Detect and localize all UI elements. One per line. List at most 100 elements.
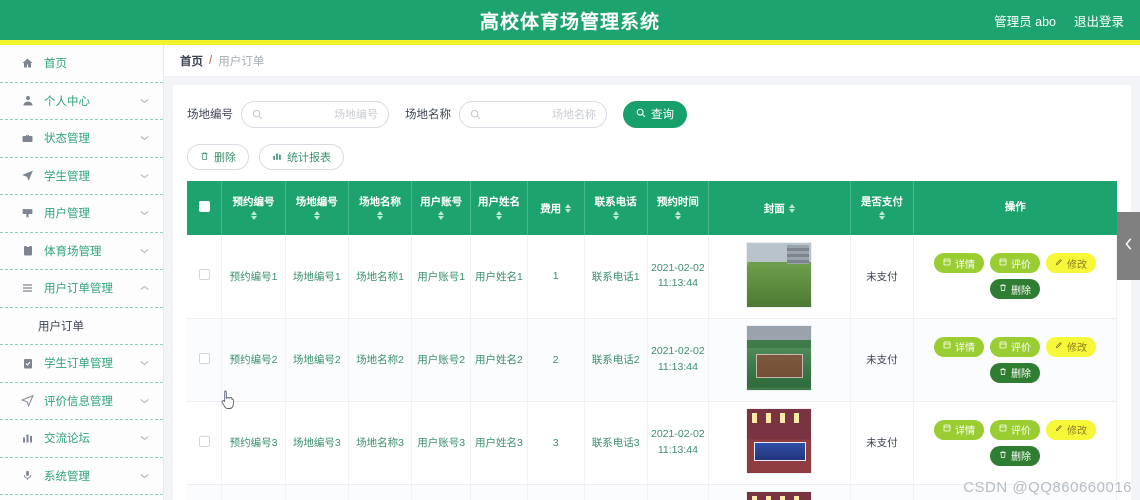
table-row[interactable]: 预约编号1 场地编号1 场地名称1 用户账号1 用户姓名1 1 联系电话1 20…: [187, 235, 1118, 319]
venue-no-input[interactable]: 场地编号: [241, 100, 389, 128]
sort-icon[interactable]: [377, 211, 384, 221]
cover-thumbnail[interactable]: [746, 325, 813, 391]
table-header-row: 预约编号 场地编号 场地名称 用户账号 用户姓名 费用 联系电话 预约时间 封面…: [187, 181, 1117, 235]
sidebar-item-home[interactable]: 首页: [0, 45, 163, 83]
cell-booking-time: [647, 484, 709, 500]
detail-label: 详情: [954, 259, 975, 271]
venue-name-input[interactable]: 场地名称: [459, 100, 607, 128]
table-row[interactable]: 预约编号3 场地编号3 场地名称3 用户账号3 用户姓名3 3 联系电话3 20…: [187, 401, 1118, 485]
col-phone[interactable]: 联系电话: [584, 181, 648, 235]
cell-paid: 未支付: [850, 235, 914, 319]
delete-button[interactable]: 删除: [989, 445, 1040, 466]
statistics-report-button[interactable]: 统计报表: [259, 144, 344, 170]
sidebar-item-user-order-management[interactable]: 用户订单管理: [0, 270, 163, 308]
app-header: 高校体育场管理系统 管理员 abo 退出登录: [0, 0, 1140, 40]
sidebar-subitem-user-order[interactable]: 用户订单: [0, 308, 163, 345]
chevron-down-icon: [140, 246, 149, 255]
sidebar-item-student-order-management[interactable]: 学生订单管理: [0, 345, 163, 383]
review-icon: [999, 424, 1007, 435]
sort-icon[interactable]: [612, 211, 619, 221]
sort-icon[interactable]: [313, 211, 320, 221]
delete-button[interactable]: 删除: [989, 279, 1040, 300]
sidebar-item-student-management[interactable]: 学生管理: [0, 158, 163, 195]
sort-icon[interactable]: [438, 211, 445, 221]
sort-icon[interactable]: [565, 203, 572, 213]
logout-link[interactable]: 退出登录: [1074, 11, 1124, 30]
col-cover[interactable]: 封面: [708, 181, 851, 235]
col-username[interactable]: 用户姓名: [470, 181, 528, 235]
venue-no-label: 场地编号: [187, 109, 233, 121]
delete-button[interactable]: 删除: [989, 362, 1040, 383]
sort-icon[interactable]: [250, 211, 257, 221]
detail-icon: [943, 424, 951, 435]
trash-icon: [999, 450, 1007, 462]
sort-icon[interactable]: [878, 211, 885, 221]
page-title: 高校体育场管理系统: [479, 11, 660, 33]
detail-button[interactable]: 详情: [933, 336, 984, 357]
sidebar-item-user-management[interactable]: 用户管理: [0, 195, 163, 233]
breadcrumb-home[interactable]: 首页: [180, 53, 203, 69]
review-button[interactable]: 评价: [989, 253, 1040, 274]
sidebar-item-stadium-management[interactable]: 体育场管理: [0, 233, 163, 270]
cell-booking-time: 2021-02-02 11:13:44: [647, 318, 709, 402]
edit-button[interactable]: 修改: [1045, 419, 1096, 440]
row-checkbox[interactable]: [198, 352, 210, 364]
col-booking-time[interactable]: 预约时间: [647, 181, 709, 235]
col-fee[interactable]: 费用: [527, 181, 585, 235]
chevron-left-icon: [1123, 237, 1135, 256]
select-all-checkbox[interactable]: [198, 201, 210, 212]
bar-chart-icon: [20, 431, 35, 445]
sidebar-item-forum[interactable]: 交流论坛: [0, 420, 163, 458]
sidebar-item-personal-center[interactable]: 个人中心: [0, 83, 163, 120]
cell-order-no: 预约编号2: [221, 318, 286, 402]
send-icon: [20, 394, 35, 408]
row-checkbox[interactable]: [198, 269, 210, 281]
row-operations: 详情 评价 修改 删除: [916, 253, 1114, 300]
cover-thumbnail[interactable]: [746, 241, 813, 308]
sidebar-item-status-management[interactable]: 状态管理: [0, 120, 163, 158]
col-account[interactable]: 用户账号: [411, 181, 472, 235]
chevron-down-icon: [140, 96, 149, 105]
sort-icon[interactable]: [495, 211, 502, 221]
trash-icon: [200, 151, 209, 164]
row-checkbox[interactable]: [198, 435, 210, 447]
col-label: 是否支付: [860, 195, 903, 208]
detail-button[interactable]: 详情: [933, 419, 984, 440]
cell-phone: 联系电话2: [584, 318, 648, 402]
col-venue-name[interactable]: 场地名称: [348, 181, 413, 235]
venue-name-placeholder: 场地名称: [552, 109, 596, 121]
cell-booking-time: 2021-02-02 11:13:44: [647, 401, 709, 485]
bulk-delete-button[interactable]: 删除: [187, 144, 249, 170]
review-button[interactable]: 评价: [989, 419, 1040, 440]
sort-icon[interactable]: [674, 211, 681, 221]
search-submit-button[interactable]: 查询: [623, 100, 687, 128]
cell-venue-name: 场地名称2: [348, 318, 413, 402]
sidebar-item-system-management[interactable]: 系统管理: [0, 458, 163, 495]
sort-icon[interactable]: [788, 203, 795, 213]
breadcrumb-separator: /: [209, 54, 213, 67]
sidebar-item-label: 系统管理: [44, 470, 90, 483]
col-label: 操作: [1004, 201, 1026, 214]
cell-booking-time: 2021-02-02 11:13:44: [647, 235, 709, 319]
cover-thumbnail[interactable]: [746, 408, 813, 474]
breadcrumb-current: 用户订单: [218, 55, 265, 68]
edit-button[interactable]: 修改: [1045, 253, 1096, 274]
cell-paid: [850, 484, 914, 500]
col-label: 用户账号: [420, 195, 463, 208]
delete-label: 删除: [1010, 452, 1031, 463]
col-venue-no[interactable]: 场地编号: [285, 181, 349, 235]
chevron-down-icon: [140, 471, 149, 480]
review-button[interactable]: 评价: [989, 336, 1040, 357]
detail-button[interactable]: 详情: [933, 253, 984, 274]
edit-button[interactable]: 修改: [1045, 336, 1096, 357]
panel-collapse-handle[interactable]: [1117, 212, 1140, 280]
cell-paid: 未支付: [850, 318, 914, 402]
table-row[interactable]: 预约编号2 场地编号2 场地名称2 用户账号2 用户姓名2 2 联系电话2 20…: [187, 318, 1118, 402]
table-toolbar: 删除 统计报表: [187, 141, 1117, 173]
sidebar-item-review-info-management[interactable]: 评价信息管理: [0, 383, 163, 420]
col-paid[interactable]: 是否支付: [850, 181, 914, 235]
cover-thumbnail[interactable]: [746, 491, 813, 500]
table-row[interactable]: [187, 484, 1118, 500]
col-order-no[interactable]: 预约编号: [221, 181, 286, 235]
search-icon: [636, 108, 646, 121]
